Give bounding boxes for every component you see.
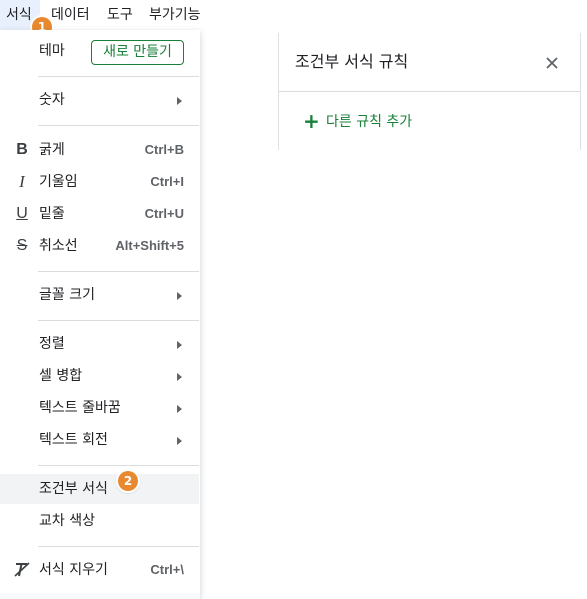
close-icon[interactable]	[542, 53, 562, 73]
align-label: 정렬	[39, 336, 65, 352]
menu-item-conditional-formatting[interactable]: 조건부 서식	[0, 474, 199, 504]
step-badge-2: 2	[118, 471, 138, 491]
panel-divider	[279, 91, 580, 92]
new-theme-button[interactable]: 새로 만들기	[91, 40, 184, 65]
separator	[38, 125, 199, 126]
italic-icon: I	[19, 172, 25, 191]
sheet-grid-edge	[0, 593, 200, 599]
menu-format-label: 서식	[6, 7, 32, 23]
text-rotation-label: 텍스트 회전	[39, 432, 108, 448]
plus-icon: +	[303, 109, 320, 133]
menu-item-align[interactable]: 정렬	[0, 329, 199, 359]
conditional-format-panel: 조건부 서식 규칙 + 다른 규칙 추가	[278, 33, 581, 150]
submenu-arrow-icon	[177, 292, 182, 300]
bold-shortcut: Ctrl+B	[144, 142, 184, 157]
separator	[38, 320, 199, 321]
menu-item-italic[interactable]: I 기울임 Ctrl+I	[0, 167, 199, 197]
menu-item-bold[interactable]: B 굵게 Ctrl+B	[0, 135, 199, 165]
strikethrough-icon: S	[16, 237, 28, 254]
font-size-label: 글꼴 크기	[39, 287, 95, 303]
italic-shortcut: Ctrl+I	[150, 174, 184, 189]
submenu-arrow-icon	[177, 97, 182, 105]
menu-item-underline[interactable]: U 밑줄 Ctrl+U	[0, 199, 199, 229]
menu-item-clear-formatting[interactable]: 서식 지우기 Ctrl+\	[0, 555, 199, 585]
bold-label: 굵게	[39, 142, 65, 158]
underline-shortcut: Ctrl+U	[144, 206, 184, 221]
conditional-formatting-label: 조건부 서식	[39, 481, 108, 497]
underline-icon: U	[16, 205, 28, 222]
separator	[38, 546, 199, 547]
theme-label: 테마	[39, 43, 65, 59]
submenu-arrow-icon	[177, 373, 182, 381]
submenu-arrow-icon	[177, 405, 182, 413]
menu-item-text-rotation[interactable]: 텍스트 회전	[0, 425, 199, 455]
merge-cells-label: 셀 병합	[39, 368, 83, 384]
italic-label: 기울임	[39, 174, 78, 190]
format-menu: 테마 숫자 B 굵게 Ctrl+B I 기울임 Ctrl+I U 밑줄 Ctrl…	[0, 30, 200, 599]
underline-label: 밑줄	[39, 206, 65, 222]
menu-addons[interactable]: 부가기능	[149, 5, 200, 25]
menu-item-strikethrough[interactable]: S 취소선 Alt+Shift+5	[0, 231, 199, 261]
separator	[38, 76, 199, 77]
menu-item-alternating-colors[interactable]: 교차 색상	[0, 506, 199, 536]
menu-tools[interactable]: 도구	[107, 5, 133, 25]
number-label: 숫자	[39, 92, 65, 108]
separator	[38, 271, 199, 272]
panel-title: 조건부 서식 규칙	[295, 52, 409, 71]
bold-icon: B	[16, 141, 28, 158]
submenu-arrow-icon	[177, 341, 182, 349]
menu-data[interactable]: 데이터	[51, 5, 90, 25]
alternating-colors-label: 교차 색상	[39, 513, 95, 529]
clear-formatting-label: 서식 지우기	[39, 562, 108, 578]
strikethrough-shortcut: Alt+Shift+5	[115, 238, 184, 253]
menu-item-text-wrap[interactable]: 텍스트 줄바꿈	[0, 393, 199, 423]
menu-item-merge-cells[interactable]: 셀 병합	[0, 361, 199, 391]
clear-format-icon	[12, 560, 32, 580]
add-rule-label: 다른 규칙 추가	[326, 114, 413, 130]
menubar: 서식 데이터 도구 부가기능	[0, 0, 200, 30]
menu-item-font-size[interactable]: 글꼴 크기	[0, 280, 199, 310]
strikethrough-label: 취소선	[39, 238, 78, 254]
text-wrap-label: 텍스트 줄바꿈	[39, 400, 121, 416]
separator	[38, 465, 199, 466]
clear-formatting-shortcut: Ctrl+\	[150, 562, 184, 577]
submenu-arrow-icon	[177, 437, 182, 445]
menu-item-number[interactable]: 숫자	[0, 85, 199, 115]
